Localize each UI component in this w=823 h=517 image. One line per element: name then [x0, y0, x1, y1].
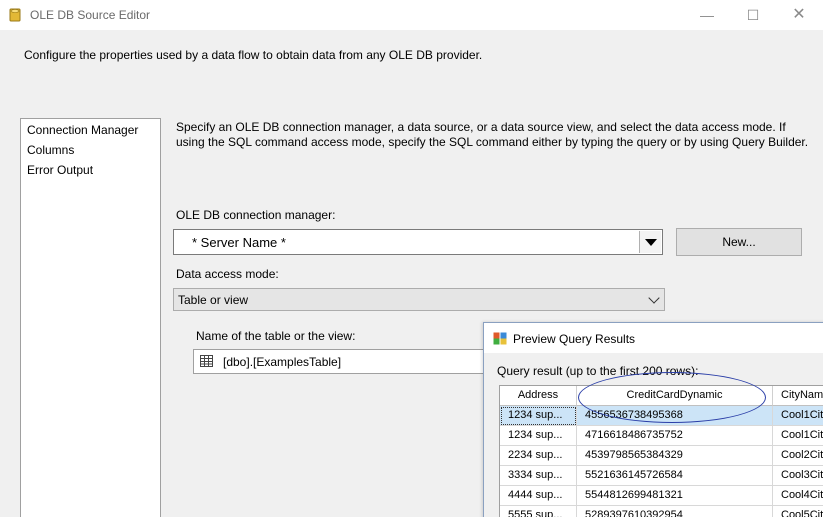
main-description: Specify an OLE DB connection manager, a … [176, 120, 809, 149]
table-icon [200, 355, 213, 367]
cell-creditcard[interactable]: 5289397610392954 [577, 506, 773, 517]
minimize-button[interactable]: — [697, 6, 717, 24]
results-grid[interactable]: Address CreditCardDynamic CityName 1234 … [499, 385, 823, 517]
maximize-button[interactable]: ☐ [743, 6, 763, 24]
connection-manager-label: OLE DB connection manager: [176, 208, 336, 222]
new-connection-button[interactable]: New... [676, 228, 802, 256]
table-row[interactable]: 3334 sup... 5521636145726584 Cool3City [500, 466, 823, 486]
table-row[interactable]: 1234 sup... 4556536738495368 Cool1City [500, 406, 823, 426]
preview-grid-icon [493, 332, 507, 345]
cell-address[interactable]: 5555 sup... [500, 506, 577, 517]
nav-item-columns[interactable]: Columns [27, 143, 74, 157]
nav-panel: Connection Manager Columns Error Output [20, 118, 161, 517]
preview-title: Preview Query Results [513, 332, 636, 346]
column-header-address[interactable]: Address [500, 386, 577, 406]
cell-cityname[interactable]: Cool1City [773, 426, 823, 446]
window-title: OLE DB Source Editor [30, 8, 151, 22]
cell-cityname[interactable]: Cool2City [773, 446, 823, 466]
cell-address[interactable]: 4444 sup... [500, 486, 577, 506]
cell-creditcard[interactable]: 4539798565384329 [577, 446, 773, 466]
table-row[interactable]: 5555 sup... 5289397610392954 Cool5City [500, 506, 823, 517]
connection-manager-value: * Server Name * [192, 235, 286, 250]
cell-cityname[interactable]: Cool1City [773, 406, 823, 426]
nav-item-error-output[interactable]: Error Output [27, 163, 93, 177]
nav-item-connection-manager[interactable]: Connection Manager [27, 123, 138, 137]
chevron-down-icon [648, 292, 660, 304]
table-name-label: Name of the table or the view: [196, 329, 356, 343]
cell-creditcard[interactable]: 4716618486735752 [577, 426, 773, 446]
dropdown-arrow-icon[interactable] [639, 231, 661, 253]
data-access-mode-value: Table or view [178, 293, 249, 307]
table-name-select[interactable]: [dbo].[ExamplesTable] [193, 349, 493, 374]
column-header-creditcarddynamic[interactable]: CreditCardDynamic [577, 386, 773, 406]
preview-title-bar: Preview Query Results [484, 323, 823, 353]
column-header-cityname[interactable]: CityName [773, 386, 823, 406]
cell-cityname[interactable]: Cool4City [773, 486, 823, 506]
data-access-mode-select[interactable]: Table or view [173, 288, 665, 311]
cell-cityname[interactable]: Cool3City [773, 466, 823, 486]
cell-address[interactable]: 1234 sup... [500, 406, 577, 426]
cell-cityname[interactable]: Cool5City [773, 506, 823, 517]
header-description: Configure the properties used by a data … [24, 48, 483, 62]
cell-creditcard[interactable]: 5521636145726584 [577, 466, 773, 486]
query-result-label: Query result (up to the first 200 rows): [497, 364, 699, 378]
table-name-value: [dbo].[ExamplesTable] [223, 355, 342, 369]
table-row[interactable]: 1234 sup... 4716618486735752 Cool1City [500, 426, 823, 446]
table-row[interactable]: 2234 sup... 4539798565384329 Cool2City [500, 446, 823, 466]
connection-manager-combo[interactable]: * Server Name * [173, 229, 663, 255]
cell-creditcard[interactable]: 5544812699481321 [577, 486, 773, 506]
database-icon [9, 8, 21, 22]
cell-address[interactable]: 1234 sup... [500, 426, 577, 446]
data-access-mode-label: Data access mode: [176, 267, 279, 281]
preview-query-results-dialog: Preview Query Results Query result (up t… [483, 322, 823, 517]
cell-address[interactable]: 3334 sup... [500, 466, 577, 486]
title-bar: OLE DB Source Editor — ☐ ✕ [0, 0, 823, 30]
close-button[interactable]: ✕ [789, 6, 809, 24]
cell-address[interactable]: 2234 sup... [500, 446, 577, 466]
table-row[interactable]: 4444 sup... 5544812699481321 Cool4City [500, 486, 823, 506]
cell-creditcard[interactable]: 4556536738495368 [577, 406, 773, 426]
